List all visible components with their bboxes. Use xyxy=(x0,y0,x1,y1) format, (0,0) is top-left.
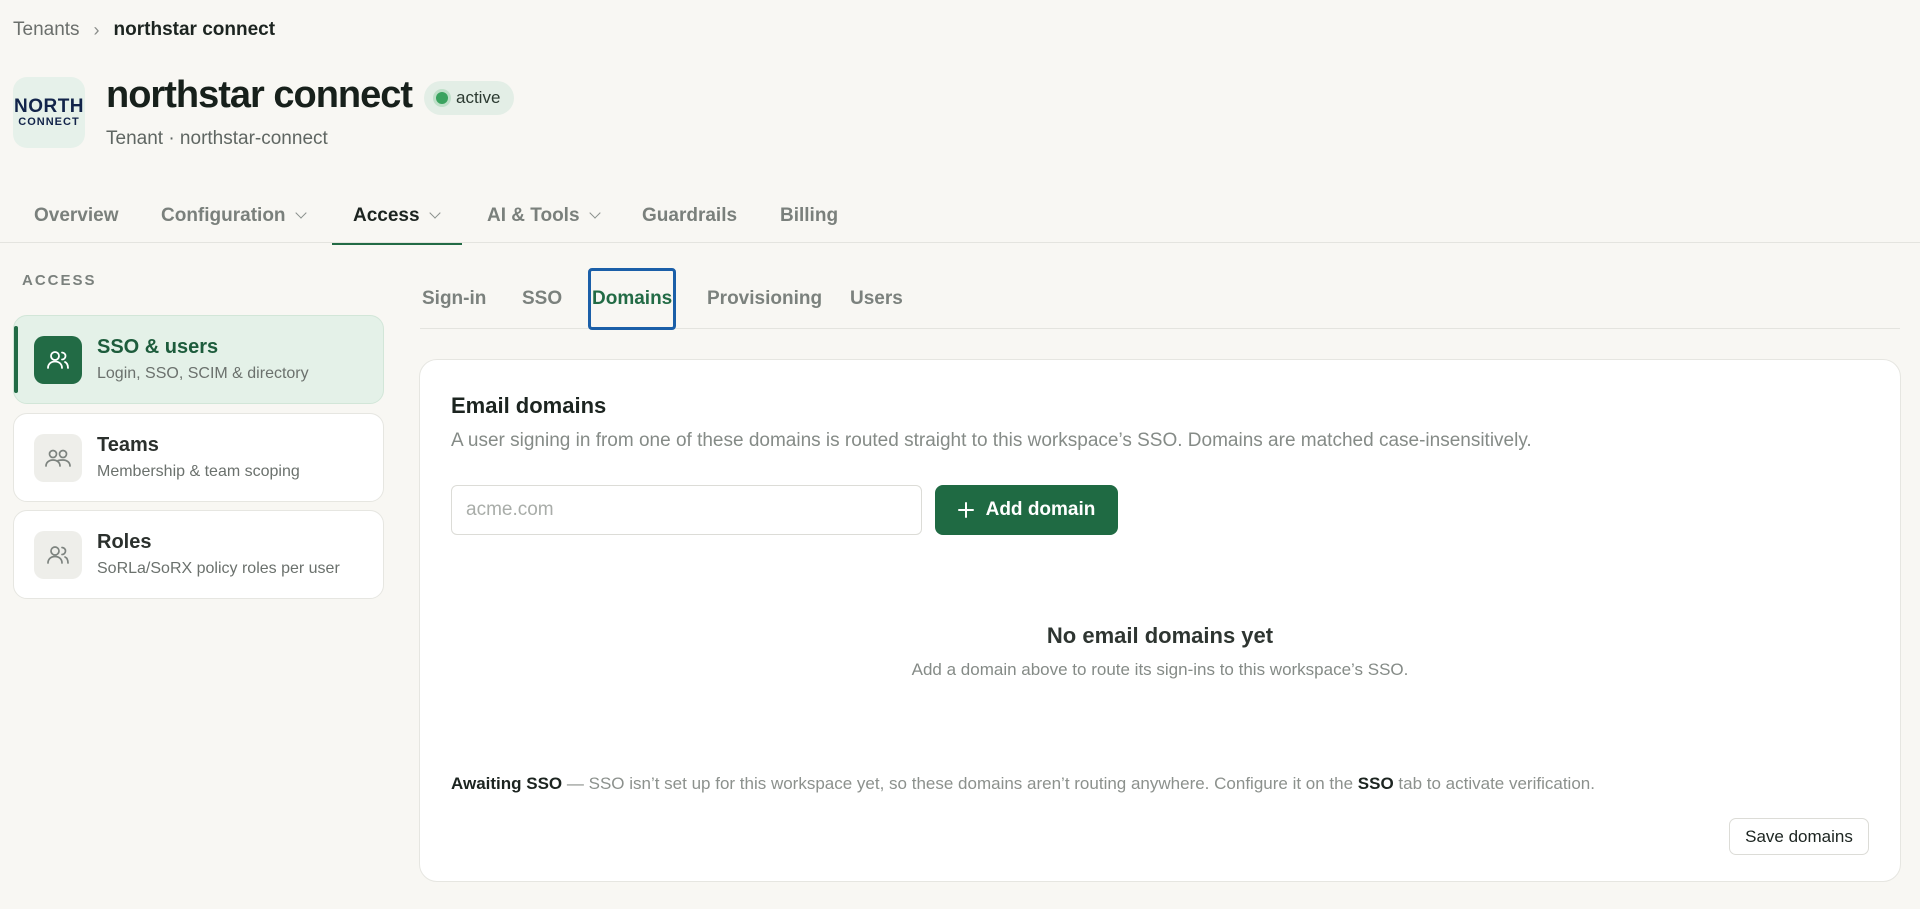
tab-ai-tools[interactable]: AI & Tools xyxy=(487,188,600,243)
team-icon xyxy=(34,434,82,482)
tab-guardrails[interactable]: Guardrails xyxy=(642,188,737,243)
tab-configuration[interactable]: Configuration xyxy=(161,188,306,243)
logo-text-north: NORTH xyxy=(13,96,85,117)
plus-icon xyxy=(957,502,974,518)
sidebar-item-title: Teams xyxy=(97,434,159,456)
save-domains-button[interactable]: Save domains xyxy=(1729,818,1869,855)
chevron-down-icon xyxy=(430,209,440,219)
subtab-domains[interactable]: Domains xyxy=(588,268,677,330)
tab-billing[interactable]: Billing xyxy=(780,188,838,243)
page-subtitle: Tenant · northstar-connect xyxy=(106,128,328,149)
tab-guardrails-label: Guardrails xyxy=(642,204,738,226)
sidebar-item-desc: SoRLa/SoRX policy roles per user xyxy=(97,560,340,577)
chevron-down-icon xyxy=(590,209,600,219)
tenant-logo: NORTH CONNECT xyxy=(13,77,85,148)
page-title: northstar connect xyxy=(106,74,413,116)
sub-tab-bar: Sign-in SSO Domains Provisioning Users xyxy=(420,268,1900,330)
sidebar-item-title: Roles xyxy=(97,531,152,553)
chevron-right-icon: › xyxy=(93,19,100,40)
breadcrumb-current: northstar connect xyxy=(113,19,276,40)
subtab-sign-in[interactable]: Sign-in xyxy=(422,268,486,330)
logo-text-connect: CONNECT xyxy=(18,116,80,128)
sidebar-item-roles[interactable]: Roles SoRLa/SoRX policy roles per user xyxy=(13,510,384,599)
tab-billing-label: Billing xyxy=(780,204,839,226)
top-tab-bar: Overview Configuration Access AI & Tools… xyxy=(0,188,1920,245)
status-badge: active xyxy=(424,81,515,115)
sidebar-item-title: SSO & users xyxy=(97,336,219,358)
tab-access[interactable]: Access xyxy=(332,188,462,245)
breadcrumb-tenants-link[interactable]: Tenants xyxy=(13,19,80,41)
notice-tail: tab to activate verification. xyxy=(1393,774,1595,793)
sidebar-heading: ACCESS xyxy=(22,272,97,289)
add-domain-label: Add domain xyxy=(985,499,1096,520)
user-icon xyxy=(34,336,82,384)
sidebar-item-sso-users[interactable]: SSO & users Login, SSO, SCIM & directory xyxy=(13,315,384,404)
breadcrumb: Tenants › northstar connect xyxy=(13,19,275,41)
notice-strong: Awaiting SSO xyxy=(451,774,563,793)
subtab-users[interactable]: Users xyxy=(850,268,903,330)
notice-sso-link[interactable]: SSO xyxy=(1358,774,1394,793)
sidebar-item-desc: Login, SSO, SCIM & directory xyxy=(97,365,309,382)
tab-overview[interactable]: Overview xyxy=(34,188,119,243)
subtab-sso[interactable]: SSO xyxy=(522,268,562,330)
status-dot-icon xyxy=(436,92,448,104)
sidebar-item-desc: Membership & team scoping xyxy=(97,463,300,480)
sidebar-item-teams[interactable]: Teams Membership & team scoping xyxy=(13,413,384,502)
tab-configuration-label: Configuration xyxy=(161,204,286,226)
empty-state-description: Add a domain above to route its sign-ins… xyxy=(911,660,1409,679)
card-title: Email domains xyxy=(451,393,607,418)
notice-text: — SSO isn’t set up for this workspace ye… xyxy=(562,774,1358,793)
card-description: A user signing in from one of these doma… xyxy=(451,430,1532,451)
empty-state-title: No email domains yet xyxy=(1046,623,1274,648)
email-domains-card: Email domains A user signing in from one… xyxy=(419,359,1901,882)
status-label: active xyxy=(456,88,501,107)
sso-notice: Awaiting SSO — SSO isn’t set up for this… xyxy=(451,774,1595,794)
add-domain-button[interactable]: Add domain xyxy=(935,485,1118,535)
tab-ai-tools-label: AI & Tools xyxy=(487,204,580,226)
subtab-provisioning[interactable]: Provisioning xyxy=(707,268,822,330)
chevron-down-icon xyxy=(296,209,306,219)
tab-overview-label: Overview xyxy=(34,204,119,226)
domain-input[interactable] xyxy=(451,485,922,535)
tab-access-label: Access xyxy=(353,204,420,226)
user-icon xyxy=(34,531,82,579)
